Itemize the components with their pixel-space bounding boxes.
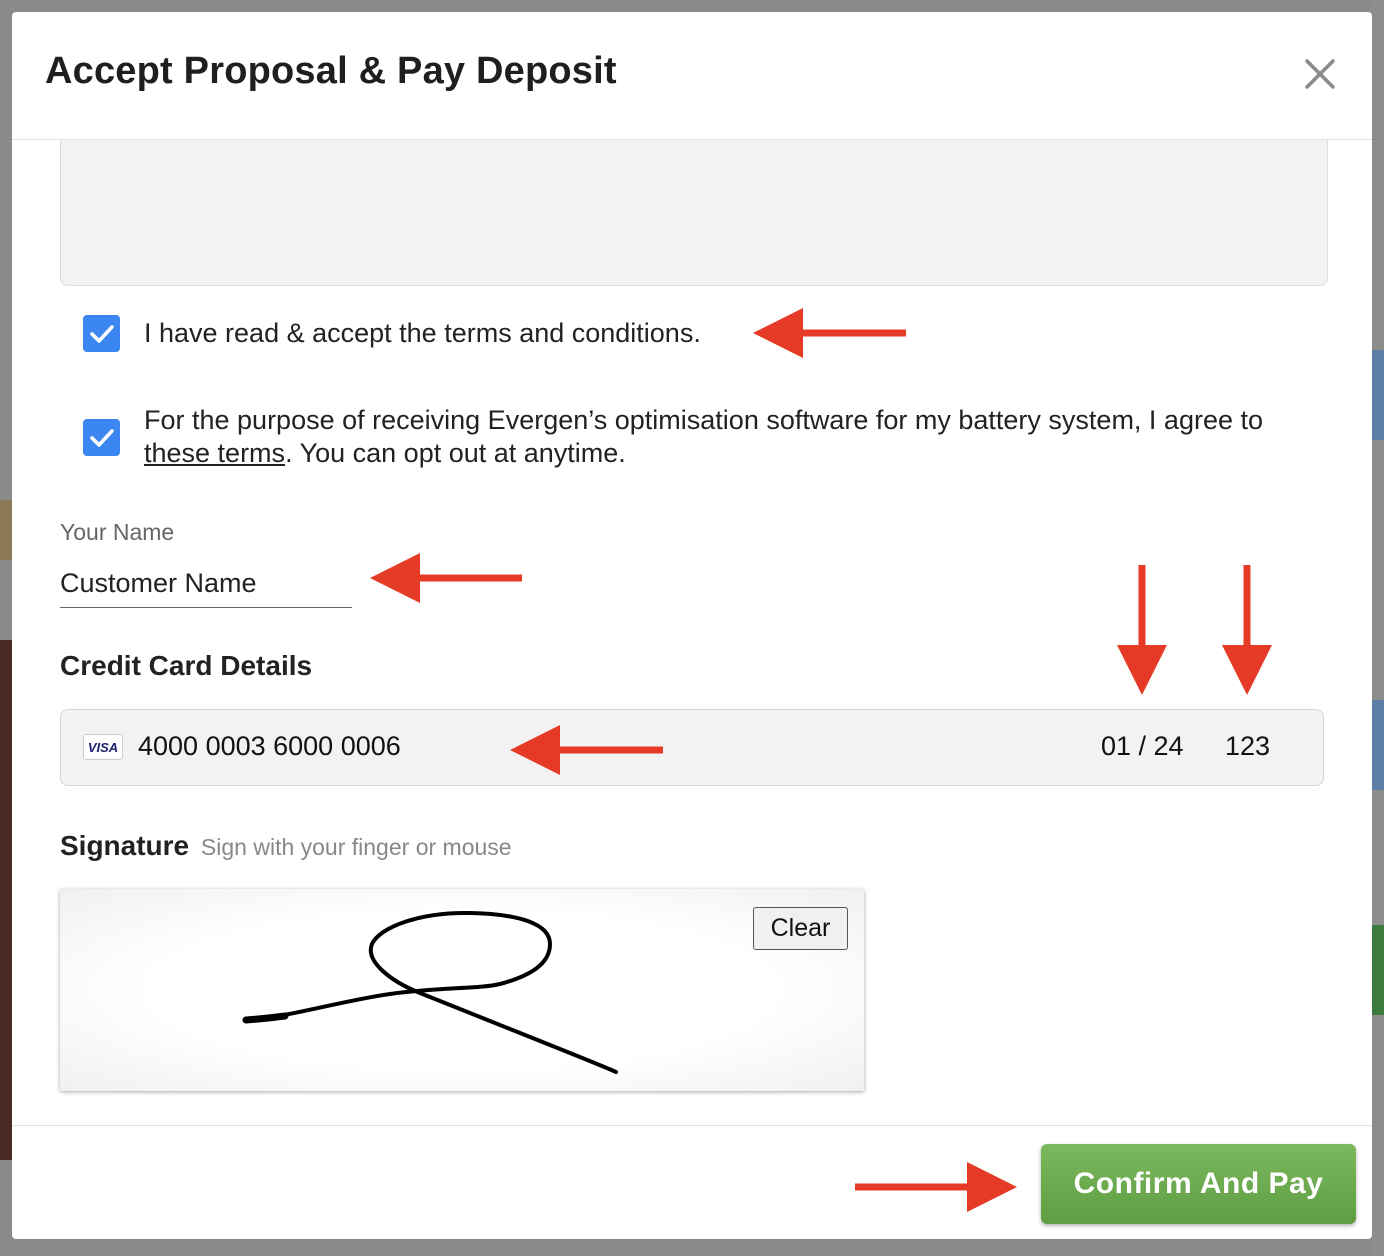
terms-scroll-box[interactable] <box>60 140 1328 286</box>
modal-header: Accept Proposal & Pay Deposit <box>12 12 1372 140</box>
card-cvc-input[interactable]: 123 <box>1225 731 1270 762</box>
close-icon[interactable] <box>1302 56 1338 92</box>
modal-footer: Confirm And Pay <box>12 1125 1372 1239</box>
accept-proposal-modal: Accept Proposal & Pay Deposit I have rea… <box>12 12 1372 1239</box>
accept-terms-checkbox[interactable] <box>83 315 120 352</box>
annotation-arrow-icon <box>370 553 522 603</box>
background-strip <box>1370 0 1384 1256</box>
visa-icon: VISA <box>83 734 123 760</box>
optimisation-terms-row: For the purpose of receiving Evergen’s o… <box>83 405 1314 470</box>
annotation-arrow-icon <box>753 308 906 358</box>
modal-title: Accept Proposal & Pay Deposit <box>45 50 617 92</box>
signature-pad[interactable]: Clear <box>60 889 864 1091</box>
background-fragment <box>1372 350 1384 440</box>
optimisation-terms-checkbox[interactable] <box>83 419 120 456</box>
background-fragment <box>0 640 12 1160</box>
clear-signature-button[interactable]: Clear <box>753 907 848 950</box>
annotation-arrow-icon <box>1117 565 1167 695</box>
background-fragment <box>0 500 12 560</box>
these-terms-link[interactable]: these terms <box>144 438 285 468</box>
checkmark-icon <box>89 324 114 343</box>
signature-title: Signature <box>60 830 190 861</box>
accept-terms-row: I have read & accept the terms and condi… <box>83 315 701 352</box>
accept-terms-label: I have read & accept the terms and condi… <box>144 318 701 348</box>
signature-heading: Signature Sign with your finger or mouse <box>60 830 512 862</box>
signature-hint: Sign with your finger or mouse <box>200 834 512 860</box>
name-input[interactable] <box>60 560 352 608</box>
credit-card-title: Credit Card Details <box>60 650 313 681</box>
signature-stroke <box>242 910 618 1074</box>
checkmark-icon <box>89 428 114 447</box>
annotation-arrow-icon <box>1222 565 1272 695</box>
annotation-arrow-icon <box>855 1162 1017 1212</box>
confirm-and-pay-button[interactable]: Confirm And Pay <box>1041 1144 1356 1224</box>
card-number-input[interactable]: 4000 0003 6000 0006 <box>138 731 401 762</box>
credit-card-field[interactable]: VISA 4000 0003 6000 0006 01 / 24 123 <box>60 709 1324 786</box>
name-field-label: Your Name <box>60 519 175 545</box>
card-expiry-input[interactable]: 01 / 24 <box>1101 731 1184 762</box>
background-fragment <box>1372 700 1384 790</box>
background-fragment <box>1372 925 1384 1015</box>
optimisation-terms-label: For the purpose of receiving Evergen’s o… <box>144 405 1264 468</box>
annotation-arrow-icon <box>510 725 663 775</box>
